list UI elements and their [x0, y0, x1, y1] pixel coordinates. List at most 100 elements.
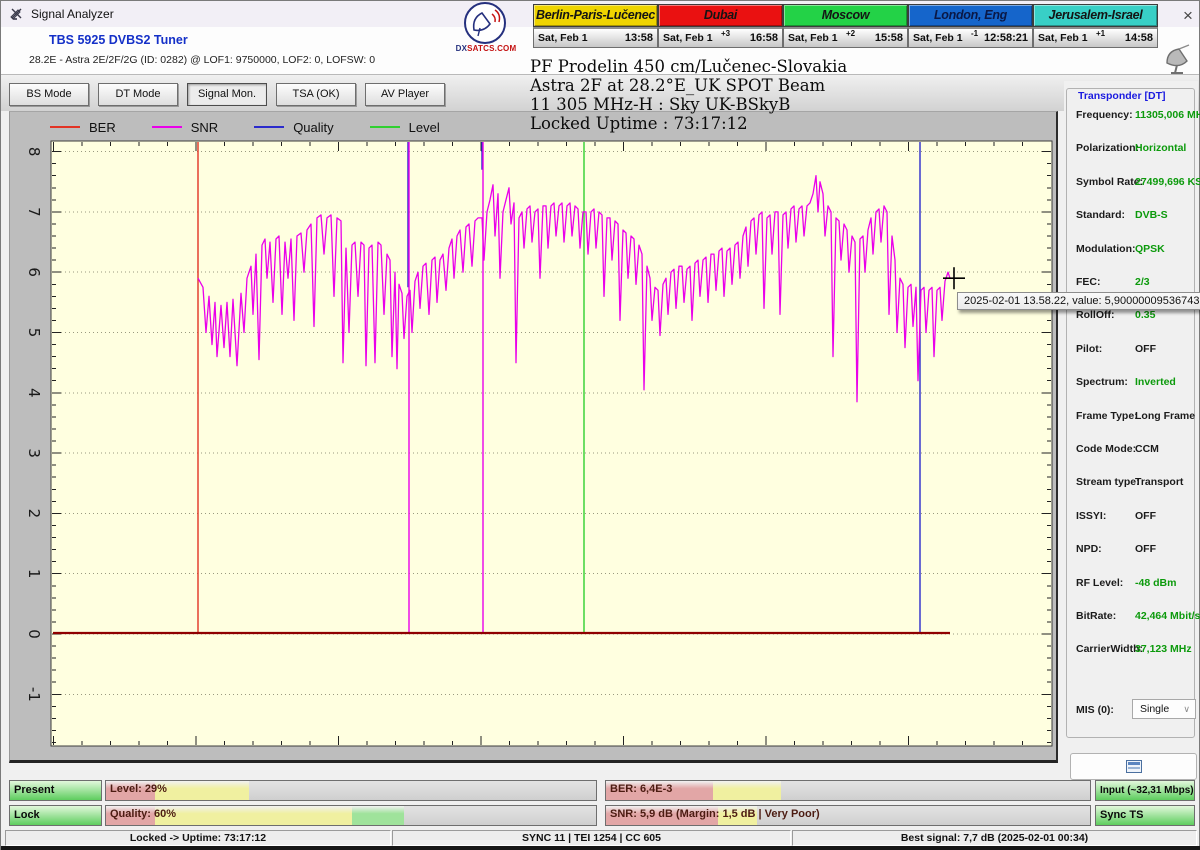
- field-label: Frequency:: [1076, 109, 1133, 121]
- logo-text: DXSATCS.COM: [455, 44, 517, 53]
- field-value: Horizontal: [1135, 142, 1187, 155]
- field-label: Modulation:: [1076, 242, 1136, 255]
- tab-bs-mode[interactable]: BS Mode: [9, 83, 89, 106]
- y-tick-label: 6: [25, 267, 43, 277]
- field-label: ISSYI:: [1076, 509, 1107, 522]
- level-label: Level: 29%: [110, 783, 167, 795]
- transponder-row: Pilot: OFF: [1067, 343, 1200, 357]
- clock-date: Sat, Feb 1: [663, 32, 713, 44]
- field-label: Standard:: [1076, 209, 1126, 222]
- tab-row: BS Mode DT Mode Signal Mon. TSA (OK) AV Play…: [9, 83, 445, 106]
- snr-label: SNR: 5,9 dB (Margin: 1,5 dB | Very Poor): [610, 808, 820, 820]
- field-label: Code Mode:: [1076, 443, 1137, 455]
- transponder-row: Code Mode: CCM: [1067, 443, 1200, 457]
- satellite-dish-icon: [472, 9, 501, 37]
- ber-progress-bar: BER: 6,4E-3: [605, 780, 1091, 801]
- lock-indicator: Lock: [9, 805, 102, 826]
- status-bar: Locked -> Uptime: 73:17:12 SYNC 11 | TEI…: [1, 830, 1200, 847]
- clock-date: Sat, Feb 1: [788, 32, 838, 44]
- annotation-line-3: 11 305 MHz-H : Sky UK-BSkyB: [530, 95, 791, 114]
- transponder-row: Stream type: Transport: [1067, 476, 1200, 490]
- field-value: Long Frame: [1135, 409, 1196, 422]
- transponder-row: Frame Type: Long Frame: [1067, 410, 1200, 424]
- field-label: Stream type:: [1076, 476, 1140, 489]
- y-tick-label: 2: [25, 509, 43, 519]
- field-value: CCM: [1135, 443, 1159, 455]
- clock-time-row: Sat, Feb 1 +2 15:58: [783, 27, 908, 48]
- quality-label: Quality: 60%: [110, 808, 177, 820]
- y-tick-label: 0: [25, 629, 43, 639]
- field-value: 42,464 Mbit/s: [1135, 610, 1200, 622]
- transponder-row: CarrierWidth: 37,123 MHz: [1067, 643, 1200, 657]
- statusbar-best-signal: Best signal: 7,7 dB (2025-02-01 00:34): [792, 830, 1197, 846]
- quality-segment: [352, 806, 404, 825]
- y-tick-label: 8: [25, 147, 43, 157]
- input-indicator: Input (~32,31 Mbps): [1095, 780, 1195, 801]
- ber-label: BER: 6,4E-3: [610, 783, 673, 795]
- clock-city: Moscow: [783, 4, 908, 27]
- spare-box: [1070, 753, 1197, 780]
- mis-select[interactable]: Single ∨: [1132, 699, 1196, 719]
- transponder-row: ISSYI: OFF: [1067, 510, 1200, 524]
- clock-date: Sat, Feb 1: [913, 32, 963, 44]
- snr-progress-bar: SNR: 5,9 dB (Margin: 1,5 dB | Very Poor): [605, 805, 1091, 826]
- field-value: DVB-S: [1135, 209, 1168, 222]
- transponder-row: Polarization: Horizontal: [1067, 142, 1200, 156]
- transponder-row: RollOff: 0.35: [1067, 309, 1200, 323]
- y-tick-label: 5: [25, 328, 43, 338]
- tab-tsa-ok-[interactable]: TSA (OK): [276, 83, 356, 106]
- bottom-strip: [1, 846, 1200, 850]
- clock-date: Sat, Feb 1: [1038, 32, 1088, 44]
- dxsatcs-logo: DXSATCS.COM: [450, 1, 522, 55]
- field-label: Spectrum:: [1076, 376, 1128, 389]
- transponder-row: Spectrum: Inverted: [1067, 376, 1200, 390]
- app-window: Signal Analyzer × TBS 5925 DVBS2 Tuner 2…: [0, 0, 1200, 850]
- field-value: QPSK: [1135, 242, 1165, 255]
- clock-1: Berlin-Paris-Lučenec Sat, Feb 1 13:58: [533, 4, 658, 48]
- chart-tooltip: 2025-02-01 13.58.22, value: 5,9000000953…: [957, 292, 1200, 310]
- clock-city: Dubai: [658, 4, 783, 27]
- y-tick-label: 1: [25, 569, 43, 579]
- tab-signal-mon-[interactable]: Signal Mon.: [187, 83, 267, 106]
- field-label: BitRate:: [1076, 610, 1117, 622]
- transponder-row: Standard: DVB-S: [1067, 209, 1200, 223]
- clock-time: 16:58: [749, 32, 778, 44]
- field-label: CarrierWidth:: [1076, 643, 1143, 656]
- quality-progress-bar: Quality: 60%: [105, 805, 597, 826]
- clock-time: 13:58: [624, 32, 653, 44]
- field-value: 0.35: [1135, 309, 1156, 322]
- clock-city: Jerusalem-Israel: [1033, 4, 1158, 27]
- close-icon[interactable]: ×: [1177, 5, 1199, 27]
- clock-time-row: Sat, Feb 1 +3 16:58: [658, 27, 783, 48]
- tuner-name: TBS 5925 DVBS2 Tuner: [49, 33, 188, 47]
- clock-utc-offset: -1: [971, 29, 979, 38]
- clock-city: Berlin-Paris-Lučenec: [533, 4, 658, 27]
- field-value: Transport: [1135, 476, 1184, 489]
- clock-time-row: Sat, Feb 1 -1 12:58:21: [908, 27, 1033, 48]
- present-indicator: Present: [9, 780, 102, 801]
- clock-time: 12:58:21: [983, 32, 1028, 44]
- clock-2: Dubai Sat, Feb 1 +3 16:58: [658, 4, 783, 48]
- clock-time: 15:58: [874, 32, 903, 44]
- y-tick-label: 3: [25, 448, 43, 458]
- statusbar-sync-counters: SYNC 11 | TEI 1254 | CC 605: [392, 830, 791, 846]
- transponder-panel: Transponder [DT] Frequency:11305,006 MHz…: [1064, 81, 1200, 780]
- annotation-line-1: PF Prodelin 450 cm/Lučenec-Slovakia: [530, 57, 848, 76]
- field-label: Symbol Rate:: [1076, 175, 1144, 188]
- clock-utc-offset: +1: [1096, 29, 1106, 38]
- ber-segment: [712, 781, 781, 800]
- list-icon: [1125, 760, 1142, 773]
- tab-av-player[interactable]: AV Player: [365, 83, 445, 106]
- statusbar-lock-uptime: Locked -> Uptime: 73:17:12: [5, 830, 391, 846]
- y-tick-label: 4: [25, 388, 43, 398]
- field-label: NPD:: [1076, 543, 1102, 556]
- app-icon: [10, 8, 22, 20]
- satellite-dish-small-icon: [1166, 44, 1190, 74]
- logo-circle: [464, 2, 506, 44]
- window-title: Signal Analyzer: [31, 7, 114, 21]
- field-value: 27499,696 KS/s: [1135, 175, 1200, 188]
- clock-utc-offset: +3: [721, 29, 731, 38]
- signal-chart[interactable]: 8 7 6 5 4 3 2 1 0 -1: [9, 111, 1058, 763]
- tab-dt-mode[interactable]: DT Mode: [98, 83, 178, 106]
- field-value: -48 dBm: [1135, 576, 1177, 589]
